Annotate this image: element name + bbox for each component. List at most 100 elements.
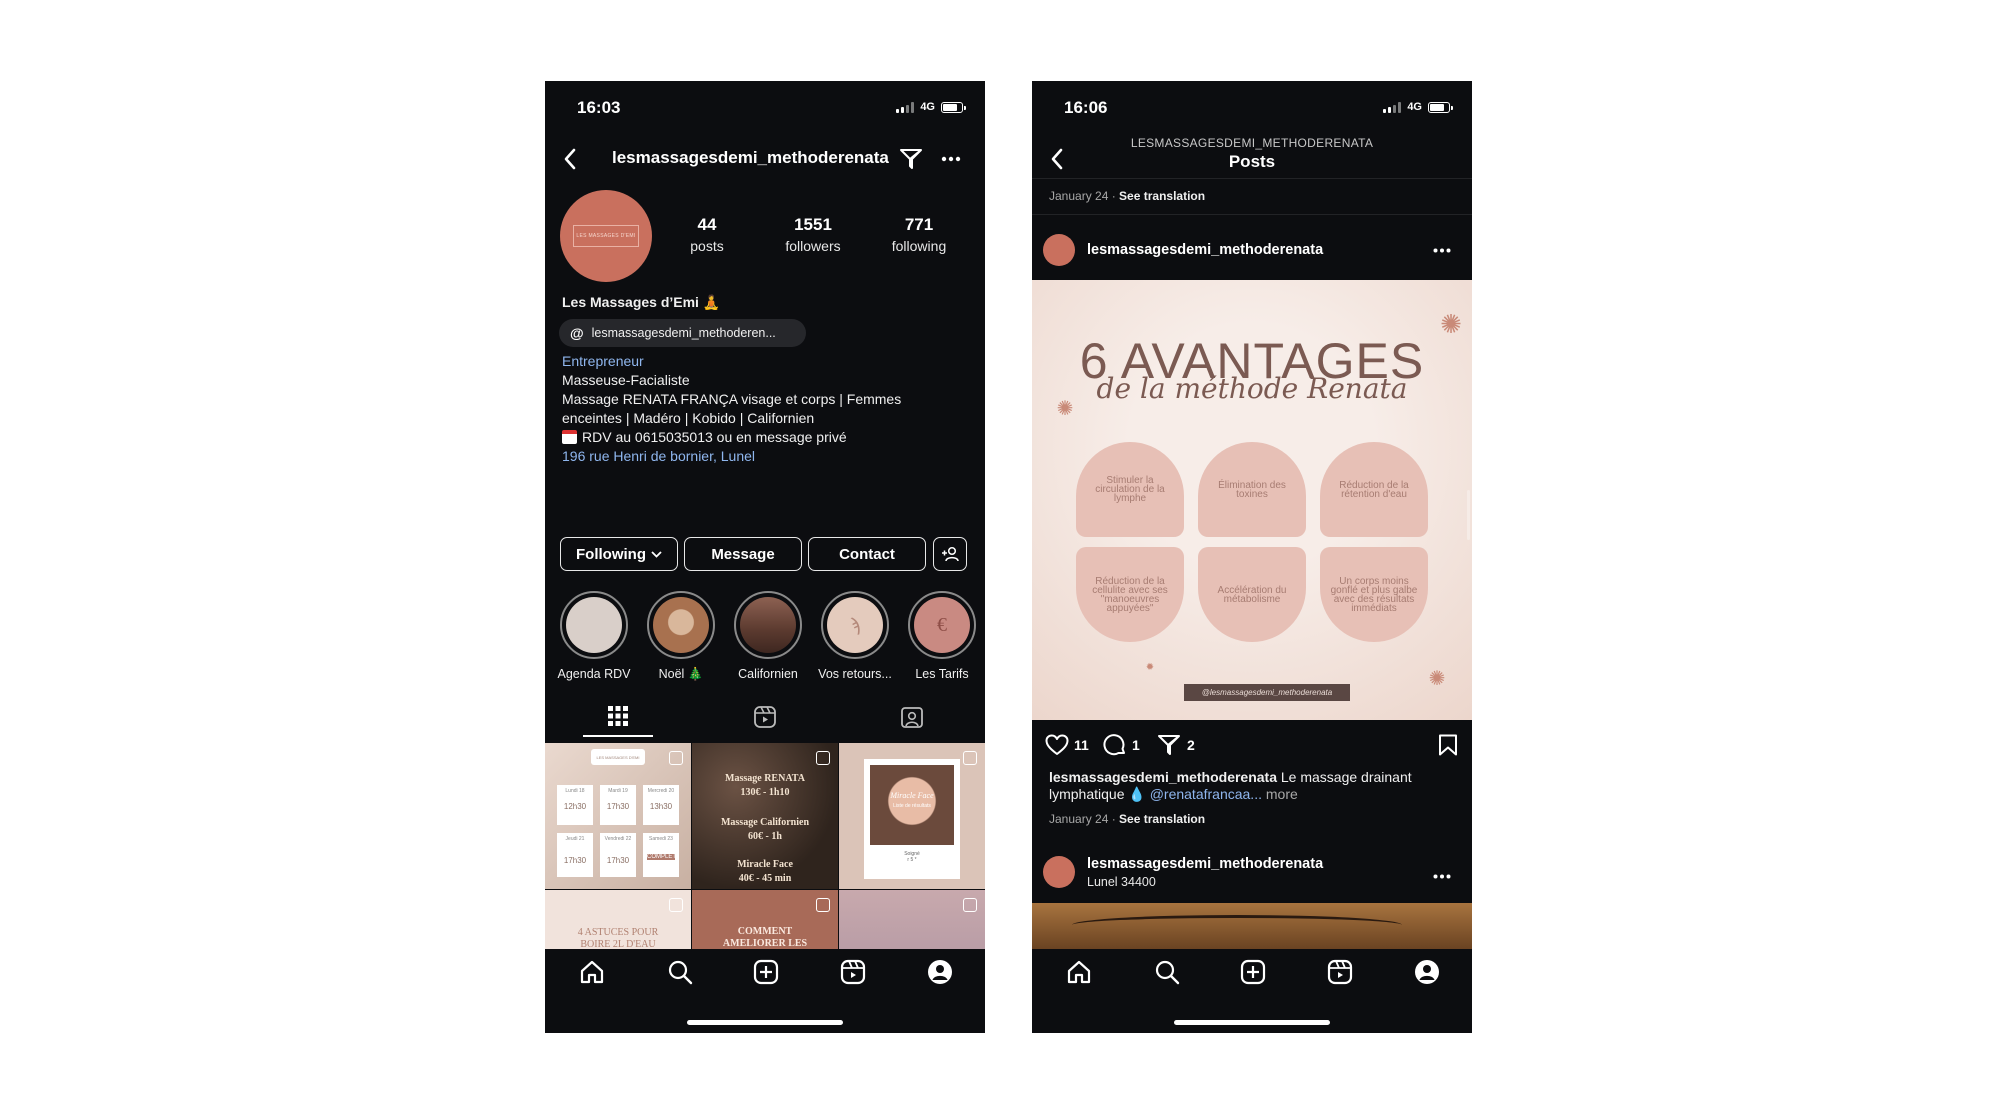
scroll-indicator	[1467, 490, 1470, 540]
phone-posts-screen: 16:06 4G LESMASSAGESDEMI_METHODERENATA P…	[1032, 81, 1472, 1033]
home-icon[interactable]	[1062, 955, 1096, 989]
message-label: Message	[711, 545, 775, 563]
caption-mention-link[interactable]: @renatafrancaa...	[1150, 786, 1262, 802]
highlight-retours[interactable]: ϡ Vos retours...	[810, 591, 900, 681]
bio-line-3: enceintes | Madéro | Kobido | Californie…	[562, 410, 815, 426]
grid-post-photo[interactable]	[839, 890, 985, 950]
stat-following-value: 771	[904, 215, 934, 234]
header-divider	[1032, 178, 1472, 179]
create-icon[interactable]	[749, 955, 783, 989]
post-date: January 24	[1049, 812, 1109, 826]
battery-icon	[1428, 101, 1453, 113]
chevron-down-icon	[651, 550, 662, 558]
create-icon[interactable]	[1236, 955, 1270, 989]
post-username[interactable]: lesmassagesdemi_methoderenata	[1087, 242, 1323, 258]
caption-more-link[interactable]: more	[1266, 786, 1298, 802]
agenda-header: LES MASSAGES D'EMI	[591, 749, 645, 765]
reel-badge-icon	[963, 898, 977, 912]
contact-button[interactable]: Contact	[808, 537, 926, 571]
signal-icon	[1383, 101, 1402, 113]
highlight-tarifs-label: Les Tarifs	[915, 667, 969, 681]
reels-icon[interactable]	[836, 955, 870, 989]
home-icon[interactable]	[575, 955, 609, 989]
add-user-icon	[942, 546, 959, 562]
profile-avatar[interactable]: LES MASSAGES D'EMI	[560, 190, 652, 282]
search-icon[interactable]	[1150, 955, 1184, 989]
post-more-icon[interactable]	[1428, 237, 1456, 263]
bio-line-4-text: RDV au 0615035013 ou en message privé	[582, 429, 847, 445]
grid-post-tarifs[interactable]: Massage RENATA 130€ - 1h10 Massage Calif…	[692, 743, 838, 889]
following-label: Following	[576, 545, 646, 563]
highlight-californien-label: Californien	[738, 667, 798, 681]
highlight-noel-cover	[653, 597, 709, 653]
profile-icon[interactable]	[923, 955, 957, 989]
euro-icon: €	[937, 613, 947, 636]
grid-post-comment[interactable]: COMMENT AMELIORER LES	[692, 890, 838, 950]
highlight-agenda[interactable]: Agenda RDV	[549, 591, 639, 681]
like-count: 11	[1074, 737, 1089, 753]
more-icon[interactable]	[937, 145, 965, 173]
grid-post-miracle-face[interactable]: Miracle Face Liste de résultats Soigné r…	[839, 743, 985, 889]
network-label: 4G	[920, 101, 935, 113]
profile-icon[interactable]	[1410, 955, 1444, 989]
comment-icon[interactable]	[1102, 732, 1128, 758]
back-icon[interactable]	[557, 143, 583, 175]
next-post-avatar[interactable]	[1043, 856, 1075, 888]
following-button[interactable]: Following	[560, 537, 678, 571]
prev-see-translation-link[interactable]: See translation	[1119, 189, 1205, 203]
add-user-button[interactable]	[933, 537, 967, 571]
tarif-line-3: Massage Californien	[720, 817, 810, 828]
post-caption: lesmassagesdemi_methoderenata Le massage…	[1049, 769, 1459, 803]
bio-line-4: RDV au 0615035013 ou en message privé	[562, 429, 847, 445]
search-icon[interactable]	[663, 955, 697, 989]
agenda-cell: Samedi 23 COMPLET	[643, 833, 679, 877]
caption-text: Le massage drainant	[1280, 769, 1412, 785]
tab-reels[interactable]	[730, 697, 800, 737]
share-count: 2	[1187, 737, 1195, 753]
message-button[interactable]: Message	[684, 537, 802, 571]
highlight-agenda-cover	[566, 597, 622, 653]
stat-posts[interactable]: 44 posts	[657, 215, 757, 254]
tab-grid[interactable]	[583, 697, 653, 737]
agenda-cell: Vendredi 22 17h30	[600, 833, 636, 877]
caption-username[interactable]: lesmassagesdemi_methoderenata	[1049, 769, 1277, 785]
post-art-handle: @lesmassagesdemi_methoderenata	[1184, 684, 1350, 701]
highlight-californien[interactable]: Californien	[723, 591, 813, 681]
profile-address-link[interactable]: 196 rue Henri de bornier, Lunel	[562, 448, 755, 464]
reels-icon[interactable]	[1323, 955, 1357, 989]
next-post-location[interactable]: Lunel 34400	[1087, 875, 1156, 889]
highlight-californien-cover	[740, 597, 796, 653]
avatar-logo-text: LES MASSAGES D'EMI	[576, 233, 636, 239]
carousel-icon	[816, 898, 830, 912]
eyelash-shape	[1072, 915, 1402, 935]
prev-post-meta: January 24 · See translation	[1049, 189, 1206, 203]
benefit-card: Stimuler la circulation de la lymphe	[1076, 442, 1184, 537]
threads-badge[interactable]: @ lesmassagesdemi_methoderen...	[559, 319, 806, 347]
next-post-image[interactable]	[1032, 903, 1472, 949]
carousel-icon	[963, 751, 977, 765]
save-icon[interactable]	[1436, 732, 1460, 758]
threads-icon: @	[570, 325, 584, 341]
stat-posts-value: 44	[697, 215, 717, 234]
see-translation-link[interactable]: See translation	[1119, 812, 1205, 826]
highlight-noel[interactable]: Noël 🎄	[636, 591, 726, 682]
post-avatar[interactable]	[1043, 234, 1075, 266]
benefit-card: Réduction de la rétention d'eau	[1320, 442, 1428, 537]
status-bar: 16:03 4G	[545, 81, 985, 137]
tab-tagged[interactable]	[877, 697, 947, 737]
highlight-tarifs[interactable]: € Les Tarifs	[897, 591, 985, 681]
share-icon[interactable]	[1156, 732, 1182, 758]
stat-following[interactable]: 771 following	[869, 215, 969, 254]
like-icon[interactable]	[1044, 732, 1070, 758]
grid-post-agenda[interactable]: LES MASSAGES D'EMI Lundi 18 12h30 Mardi 1…	[545, 743, 691, 889]
grid-post-astuces[interactable]: 4 ASTUCES POUR BOIRE 2L D'EAU	[545, 890, 691, 950]
astuces-title: 4 ASTUCES POUR BOIRE 2L D'EAU	[577, 927, 659, 950]
filter-icon[interactable]	[897, 145, 925, 173]
benefit-card: Réduction de la cellulite avec ses "mano…	[1076, 547, 1184, 642]
next-post-username[interactable]: lesmassagesdemi_methoderenata	[1087, 856, 1323, 872]
highlight-retours-cover: ϡ	[827, 597, 883, 653]
tarif-line-2: 130€ - 1h10	[740, 787, 790, 798]
post-image[interactable]: ✺ ✺ ✺ ✹ 6 AVANTAGES de la méthode Renata…	[1032, 280, 1472, 720]
next-post-more-icon[interactable]	[1428, 863, 1456, 889]
stat-followers[interactable]: 1551 followers	[763, 215, 863, 254]
